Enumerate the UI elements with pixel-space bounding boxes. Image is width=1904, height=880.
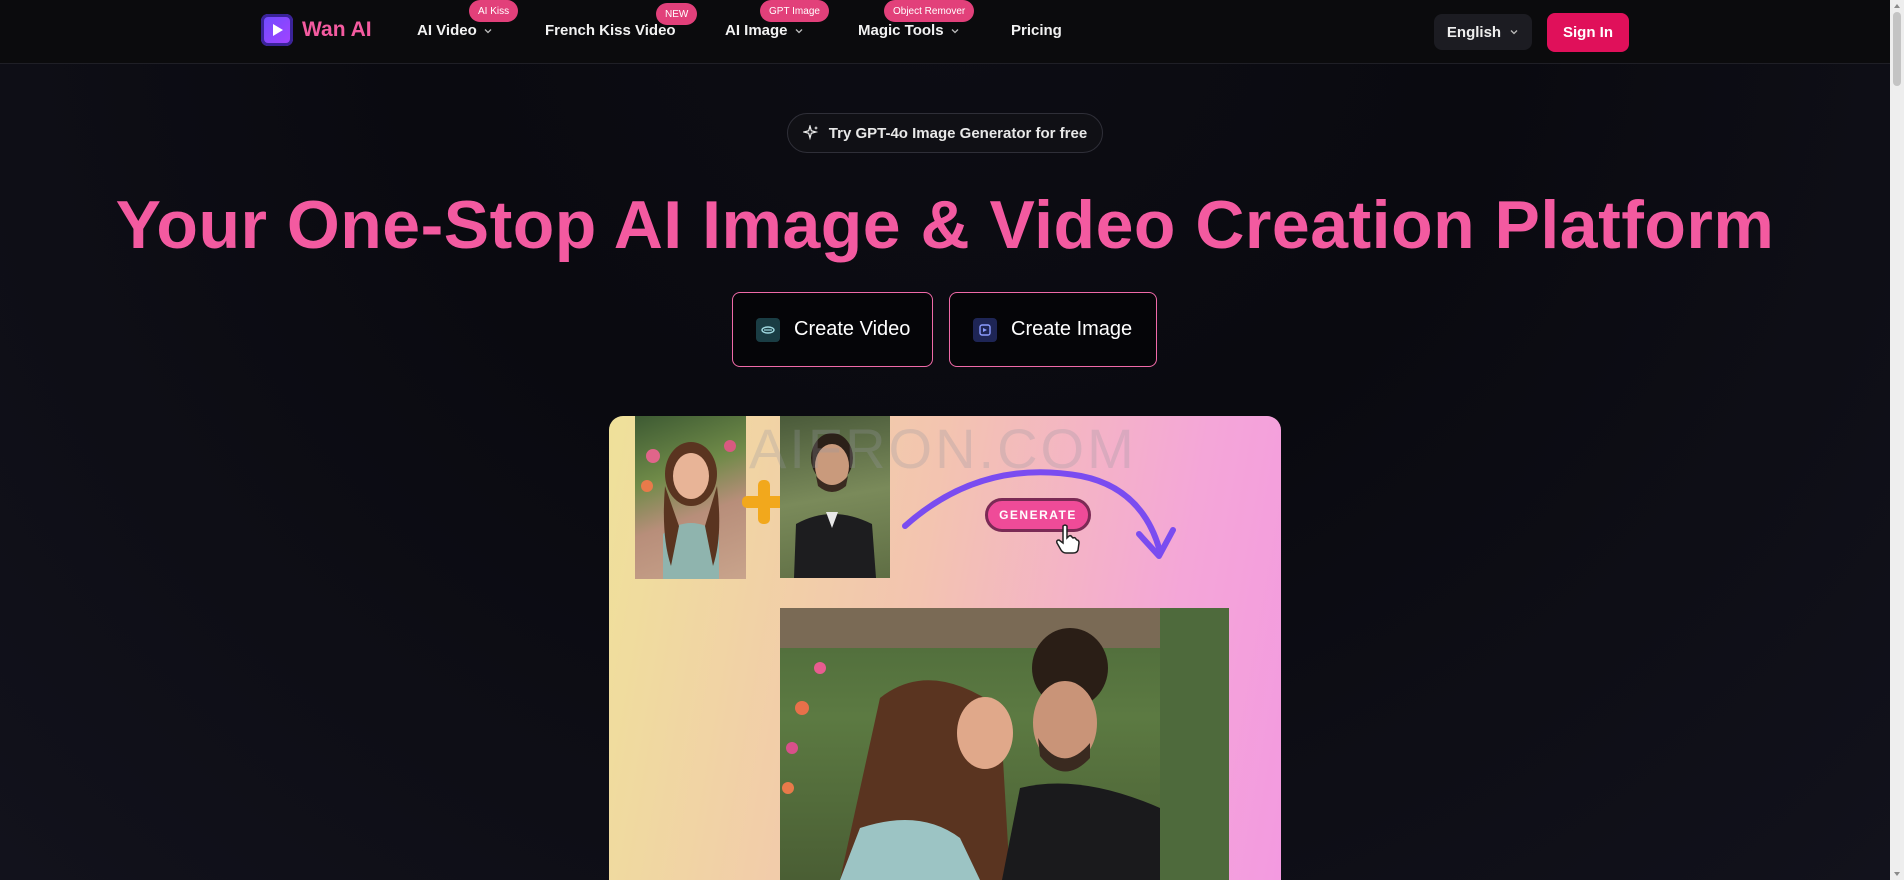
nav-ai-video-label: AI Video: [417, 22, 477, 39]
scrollbar-thumb[interactable]: [1893, 12, 1901, 86]
promo-pill-text: Try GPT-4o Image Generator for free: [828, 124, 1088, 142]
nav-badge-ai-kiss: AI Kiss: [469, 0, 519, 22]
nav-pricing[interactable]: Pricing: [1011, 22, 1062, 39]
nav-pricing-label: Pricing: [1011, 22, 1062, 39]
nav-french-kiss-video[interactable]: French Kiss Video: [545, 22, 676, 39]
chevron-down-icon: [1510, 30, 1518, 35]
logo-text: Wan AI: [302, 18, 372, 41]
showcase-image: AIFRON.COM GENERATE: [609, 416, 1281, 880]
sign-in-button[interactable]: Sign In: [1547, 13, 1629, 52]
chevron-down-icon: [795, 28, 802, 33]
nav-badge-gpt-image: GPT Image: [760, 0, 829, 22]
nav-badge-object-remover: Object Remover: [884, 0, 975, 22]
nav-french-kiss-label: French Kiss Video: [545, 22, 676, 39]
nav-badge-new: NEW: [656, 3, 698, 25]
page-title: Your One-Stop AI Image & Video Creation …: [115, 187, 1775, 263]
nav-magic-tools-label: Magic Tools: [858, 22, 944, 39]
top-navbar: Wan AI AI Video AI Kiss French Kiss Vide…: [0, 0, 1890, 64]
couple-result-photo: [780, 608, 1229, 880]
create-video-label: Create Video: [794, 318, 911, 340]
chevron-down-icon: [951, 28, 959, 33]
chevron-down-icon: [484, 28, 492, 33]
create-image-label: Create Image: [1011, 318, 1133, 340]
language-label: English: [1446, 23, 1502, 41]
nav-ai-image-label: AI Image: [725, 22, 788, 39]
language-select[interactable]: English: [1434, 14, 1532, 50]
nav-magic-tools[interactable]: Magic Tools: [858, 22, 960, 39]
scroll-down-arrow-icon[interactable]: [1893, 870, 1901, 878]
image-icon: [973, 317, 997, 342]
gpt4o-promo-pill[interactable]: Try GPT-4o Image Generator for free: [787, 113, 1103, 153]
hand-pointer-icon: [1056, 524, 1080, 554]
nav-ai-image[interactable]: AI Image: [725, 22, 804, 39]
page-scrollbar[interactable]: [1890, 0, 1904, 880]
scroll-up-arrow-icon[interactable]: [1893, 2, 1901, 10]
sparkle-icon: [802, 125, 819, 141]
woman-photo: [635, 416, 746, 579]
create-video-button[interactable]: Create Video: [732, 292, 933, 367]
nav-ai-video[interactable]: AI Video: [417, 22, 493, 39]
create-image-button[interactable]: Create Image: [949, 292, 1157, 367]
play-logo-icon: [261, 14, 293, 46]
logo[interactable]: Wan AI: [261, 14, 372, 46]
video-icon: [756, 317, 780, 342]
